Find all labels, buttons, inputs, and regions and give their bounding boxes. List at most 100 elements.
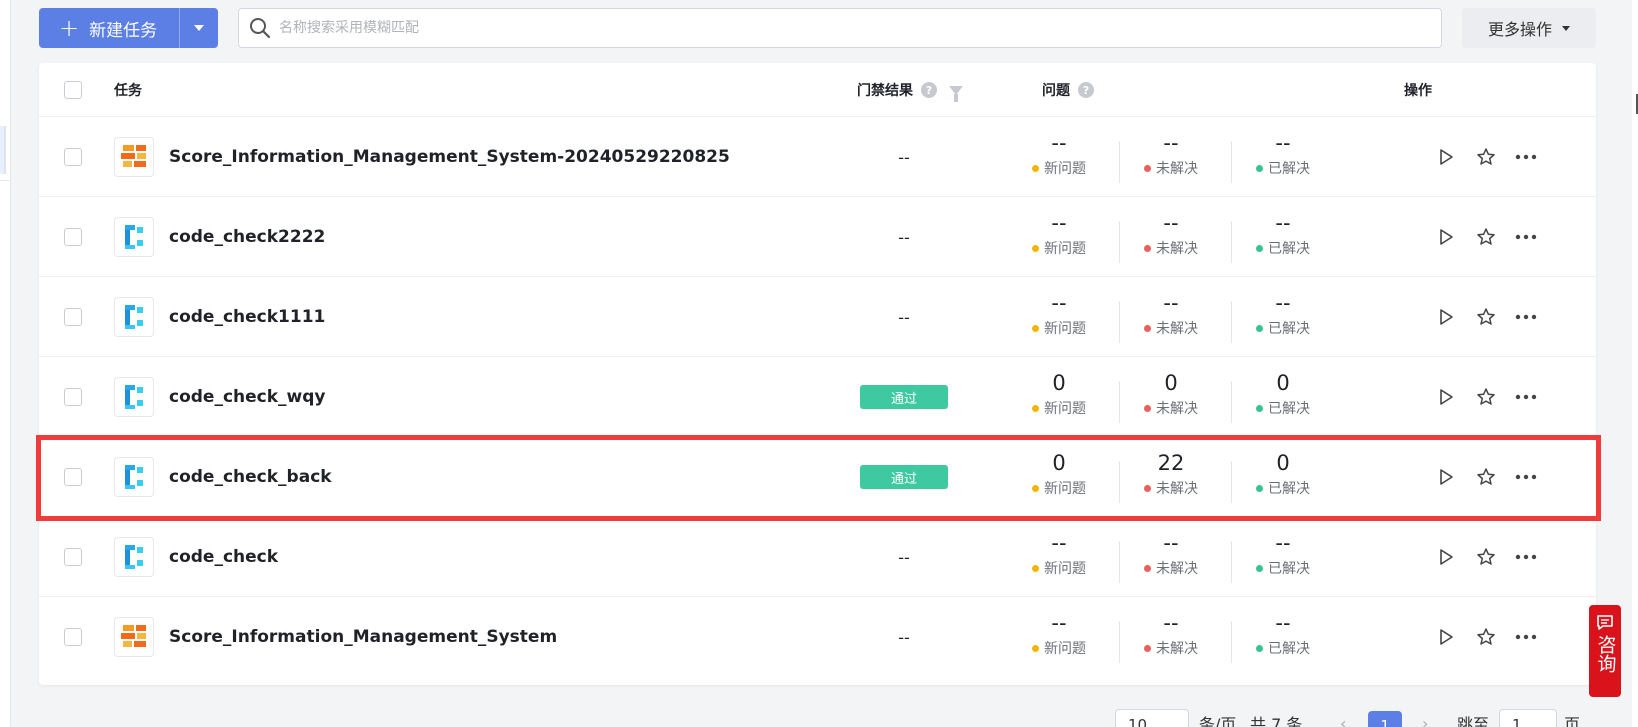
resolved-issues-cell[interactable]: 0 已解决	[1228, 369, 1338, 425]
resolved-issues-cell[interactable]: -- 已解决	[1228, 289, 1338, 345]
row-checkbox[interactable]	[64, 468, 82, 486]
new-issues-count: --	[1051, 291, 1067, 315]
jump-page-input[interactable]: 1	[1499, 709, 1557, 727]
table-row[interactable]: Score_Information_Management_System -- -- 新…	[39, 597, 1596, 677]
page-size-select[interactable]: 10	[1115, 709, 1189, 727]
row-checkbox[interactable]	[64, 228, 82, 246]
more-icon[interactable]	[1512, 223, 1540, 251]
sidebar-active-tab[interactable]	[0, 126, 6, 174]
search-box[interactable]	[238, 8, 1442, 48]
table-row[interactable]: code_check1111 -- -- 新问题 -- 未解决 -- 已解决	[39, 277, 1596, 357]
page-1-button[interactable]: 1	[1368, 711, 1402, 727]
run-icon[interactable]	[1432, 383, 1460, 411]
star-icon[interactable]	[1472, 463, 1500, 491]
resolved-issues-cell[interactable]: -- 已解决	[1228, 529, 1338, 585]
star-icon[interactable]	[1472, 383, 1500, 411]
new-issues-cell[interactable]: -- 新问题	[1004, 529, 1114, 585]
run-icon[interactable]	[1432, 303, 1460, 331]
star-icon[interactable]	[1472, 223, 1500, 251]
unresolved-issues-label: 未解决	[1156, 561, 1198, 577]
more-actions-button[interactable]: 更多操作	[1462, 8, 1596, 48]
new-task-main[interactable]: + 新建任务	[39, 8, 179, 48]
more-icon[interactable]	[1512, 383, 1540, 411]
star-icon[interactable]	[1472, 143, 1500, 171]
header-issues: 问题 ?	[1042, 63, 1094, 117]
table-row[interactable]: code_check -- -- 新问题 -- 未解决 -- 已解决	[39, 517, 1596, 597]
prev-page-icon[interactable]: ‹	[1340, 708, 1346, 727]
consult-button[interactable]: 咨询	[1589, 605, 1621, 697]
resolved-issues-cell[interactable]: 0 已解决	[1228, 449, 1338, 505]
new-issues-cell[interactable]: -- 新问题	[1004, 129, 1114, 185]
unresolved-issues-cell[interactable]: -- 未解决	[1116, 529, 1226, 585]
resolved-issues-cell[interactable]: -- 已解决	[1228, 609, 1338, 665]
more-icon[interactable]	[1512, 463, 1540, 491]
gate-result: 通过	[859, 357, 949, 437]
resolved-issues-count: 0	[1276, 371, 1290, 395]
new-issues-label: 新问题	[1044, 641, 1086, 657]
unresolved-issues-cell[interactable]: -- 未解决	[1116, 289, 1226, 345]
new-dot	[1032, 404, 1039, 412]
new-task-dropdown-button[interactable]	[180, 8, 218, 48]
task-name-link[interactable]: code_check_wqy	[169, 357, 326, 437]
table-row[interactable]: code_check_back 通过 0 新问题 22 未解决 0 已解决	[39, 437, 1596, 517]
more-actions-label: 更多操作	[1487, 20, 1552, 39]
table-row[interactable]: code_check_wqy 通过 0 新问题 0 未解决 0 已解决	[39, 357, 1596, 437]
new-issues-cell[interactable]: -- 新问题	[1004, 609, 1114, 665]
orange-logo-icon	[114, 137, 154, 177]
new-issues-cell[interactable]: -- 新问题	[1004, 209, 1114, 265]
run-icon[interactable]	[1432, 543, 1460, 571]
more-icon[interactable]	[1512, 623, 1540, 651]
task-name-link[interactable]: code_check2222	[169, 197, 325, 277]
search-input[interactable]	[279, 20, 1441, 36]
task-name-link[interactable]: code_check_back	[169, 437, 332, 517]
row-checkbox[interactable]	[64, 628, 82, 646]
unresolved-issues-cell[interactable]: 22 未解决	[1116, 449, 1226, 505]
help-icon[interactable]: ?	[921, 82, 937, 98]
run-icon[interactable]	[1432, 463, 1460, 491]
filter-icon[interactable]	[949, 85, 963, 102]
unresolved-dot	[1144, 404, 1151, 412]
run-icon[interactable]	[1432, 623, 1460, 651]
new-task-button[interactable]: + 新建任务	[39, 8, 218, 48]
more-icon[interactable]	[1512, 143, 1540, 171]
new-issues-cell[interactable]: -- 新问题	[1004, 289, 1114, 345]
table-row[interactable]: code_check2222 -- -- 新问题 -- 未解决 -- 已解决	[39, 197, 1596, 277]
unresolved-issues-cell[interactable]: -- 未解决	[1116, 209, 1226, 265]
gate-empty: --	[898, 227, 910, 247]
run-icon[interactable]	[1432, 143, 1460, 171]
task-name-link[interactable]: Score_Information_Management_System-2024…	[169, 117, 730, 197]
new-issues-count: --	[1051, 131, 1067, 155]
task-name-link[interactable]: code_check	[169, 517, 278, 597]
row-checkbox[interactable]	[64, 148, 82, 166]
resolved-issues-cell[interactable]: -- 已解决	[1228, 129, 1338, 185]
star-icon[interactable]	[1472, 303, 1500, 331]
help-icon[interactable]: ?	[1078, 82, 1094, 98]
row-checkbox[interactable]	[64, 548, 82, 566]
unresolved-issues-count: --	[1163, 611, 1179, 635]
run-icon[interactable]	[1432, 223, 1460, 251]
table-row[interactable]: Score_Information_Management_System-2024…	[39, 117, 1596, 197]
row-checkbox[interactable]	[64, 388, 82, 406]
more-icon[interactable]	[1512, 543, 1540, 571]
new-issues-cell[interactable]: 0 新问题	[1004, 449, 1114, 505]
task-name-link[interactable]: code_check1111	[169, 277, 325, 357]
new-issues-count: 0	[1052, 371, 1066, 395]
chat-icon	[1597, 615, 1613, 630]
divider	[0, 180, 11, 181]
star-icon[interactable]	[1472, 623, 1500, 651]
new-issues-count: 0	[1052, 451, 1066, 475]
unresolved-issues-cell[interactable]: 0 未解决	[1116, 369, 1226, 425]
header-select-all[interactable]	[64, 63, 82, 117]
unresolved-issues-cell[interactable]: -- 未解决	[1116, 609, 1226, 665]
more-icon[interactable]	[1512, 303, 1540, 331]
star-icon[interactable]	[1472, 543, 1500, 571]
new-issues-cell[interactable]: 0 新问题	[1004, 369, 1114, 425]
row-checkbox[interactable]	[64, 308, 82, 326]
task-name-link[interactable]: Score_Information_Management_System	[169, 597, 557, 677]
next-page-icon[interactable]: ›	[1422, 708, 1428, 727]
header-gate-result: 门禁结果 ?	[857, 63, 963, 117]
resolved-issues-cell[interactable]: -- 已解决	[1228, 209, 1338, 265]
select-all-checkbox[interactable]	[64, 81, 82, 99]
resolved-issues-label: 已解决	[1268, 161, 1310, 177]
unresolved-issues-cell[interactable]: -- 未解决	[1116, 129, 1226, 185]
